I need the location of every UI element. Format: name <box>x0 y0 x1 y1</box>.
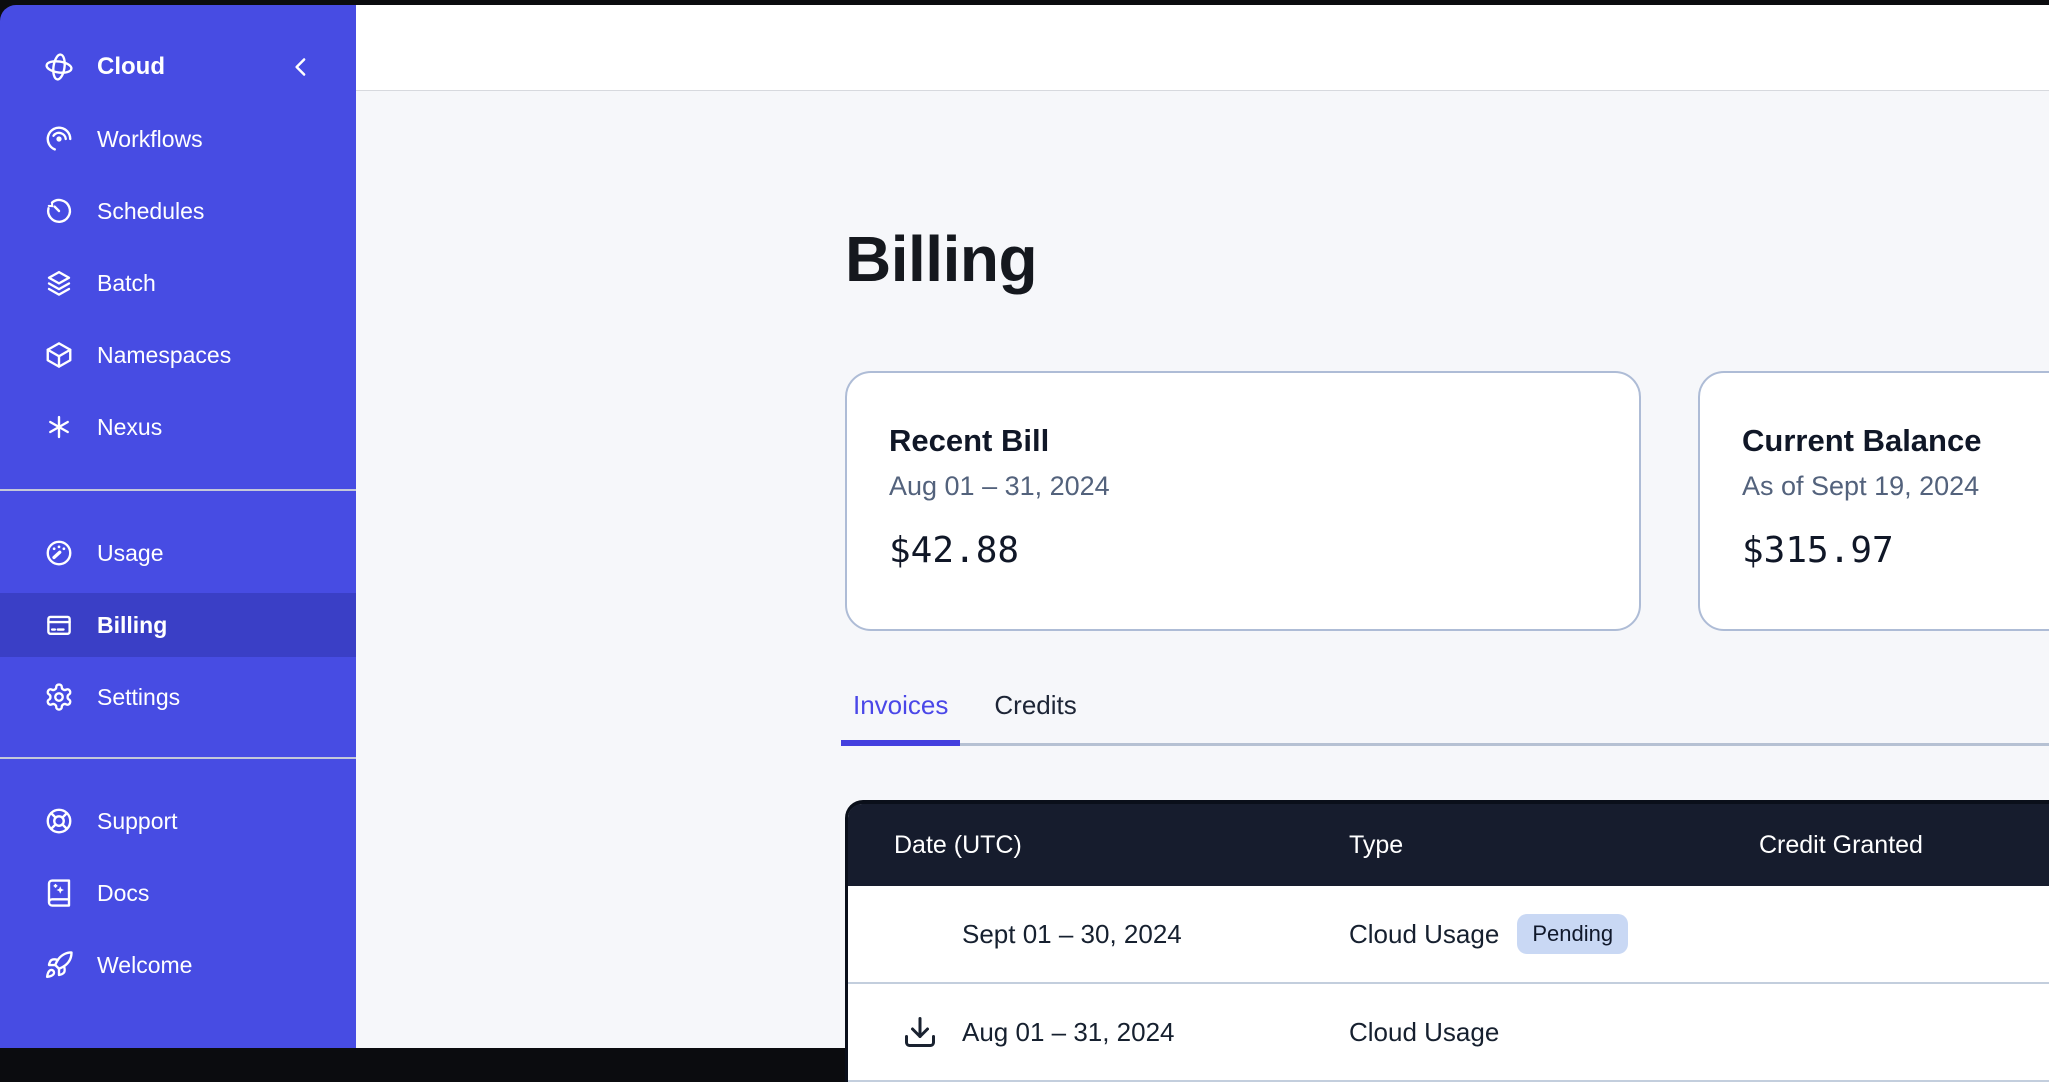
main-area: Billing Recent Bill Aug 01 – 31, 2024 $4… <box>356 5 2049 1048</box>
nexus-icon <box>44 412 74 442</box>
sidebar-item-label: Batch <box>97 270 156 297</box>
invoice-type-cell: Cloud Usage Pending <box>1303 914 1713 954</box>
sidebar-item-nexus[interactable]: Nexus <box>0 395 356 459</box>
sidebar-item-label: Support <box>97 808 178 835</box>
welcome-rocket-icon <box>44 950 74 980</box>
tab-invoices[interactable]: Invoices <box>845 690 956 743</box>
batch-icon <box>44 268 74 298</box>
app-window: Cloud Workflows <box>0 5 2049 1048</box>
sidebar-item-namespaces[interactable]: Namespaces <box>0 323 356 387</box>
column-header-type: Type <box>1303 831 1713 860</box>
summary-cards: Recent Bill Aug 01 – 31, 2024 $42.88 Cur… <box>845 371 2049 631</box>
temporal-cloud-logo-icon <box>44 52 74 82</box>
sidebar-item-label: Usage <box>97 540 163 567</box>
docs-book-icon <box>44 878 74 908</box>
sidebar-item-label: Settings <box>97 684 180 711</box>
card-subtitle: As of Sept 19, 2024 <box>1742 471 2049 502</box>
sidebar-item-label: Welcome <box>97 952 192 979</box>
page-title: Billing <box>845 225 2049 293</box>
invoice-type-cell: Cloud Usage <box>1303 1017 1713 1048</box>
sidebar-header: Cloud <box>0 35 356 99</box>
invoice-date: Sept 01 – 30, 2024 <box>962 919 1182 950</box>
sidebar-item-support[interactable]: Support <box>0 789 356 853</box>
current-balance-amount: $315.97 <box>1742 530 2049 571</box>
sidebar-item-docs[interactable]: Docs <box>0 861 356 925</box>
card-subtitle: Aug 01 – 31, 2024 <box>889 471 1597 502</box>
invoice-date: Aug 01 – 31, 2024 <box>962 1017 1175 1048</box>
sidebar-item-label: Schedules <box>97 198 204 225</box>
billing-tabs: Invoices Credits <box>845 690 2049 746</box>
sidebar-item-batch[interactable]: Batch <box>0 251 356 315</box>
sidebar-item-billing[interactable]: Billing <box>0 593 356 657</box>
sidebar-item-usage[interactable]: Usage <box>0 521 356 585</box>
sidebar: Cloud Workflows <box>0 5 356 1048</box>
schedules-icon <box>44 196 74 226</box>
table-row: Aug 01 – 31, 2024 Cloud Usage <box>848 984 2049 1082</box>
invoices-table: Date (UTC) Type Credit Granted Sept 01 –… <box>845 800 2049 1082</box>
icon-spacer <box>902 916 938 952</box>
sidebar-item-label: Nexus <box>97 414 162 441</box>
table-row: Sept 01 – 30, 2024 Cloud Usage Pending <box>848 886 2049 984</box>
settings-gear-icon <box>44 682 74 712</box>
sidebar-item-settings[interactable]: Settings <box>0 665 356 729</box>
sidebar-item-welcome[interactable]: Welcome <box>0 933 356 997</box>
workflows-icon <box>44 124 74 154</box>
usage-icon <box>44 538 74 568</box>
sidebar-item-label: Billing <box>97 612 167 639</box>
sidebar-item-label: Docs <box>97 880 149 907</box>
column-header-credit-granted: Credit Granted <box>1713 831 2049 860</box>
card-title: Current Balance <box>1742 423 2049 459</box>
invoice-date-cell: Aug 01 – 31, 2024 <box>848 1014 1303 1050</box>
invoice-type: Cloud Usage <box>1349 919 1499 950</box>
card-title: Recent Bill <box>889 423 1597 459</box>
sidebar-title: Cloud <box>97 53 165 81</box>
sidebar-divider <box>0 757 356 759</box>
current-balance-card: Current Balance As of Sept 19, 2024 $315… <box>1698 371 2049 631</box>
recent-bill-card: Recent Bill Aug 01 – 31, 2024 $42.88 <box>845 371 1641 631</box>
download-invoice-button[interactable] <box>902 1014 938 1050</box>
sidebar-item-schedules[interactable]: Schedules <box>0 179 356 243</box>
collapse-sidebar-button[interactable] <box>286 52 316 82</box>
sidebar-item-workflows[interactable]: Workflows <box>0 107 356 171</box>
billing-icon <box>44 610 74 640</box>
sidebar-item-label: Workflows <box>97 126 203 153</box>
invoice-date-cell: Sept 01 – 30, 2024 <box>848 916 1303 952</box>
sidebar-item-label: Namespaces <box>97 342 231 369</box>
invoice-type: Cloud Usage <box>1349 1017 1499 1048</box>
billing-page: Billing Recent Bill Aug 01 – 31, 2024 $4… <box>356 91 2049 1082</box>
recent-bill-amount: $42.88 <box>889 530 1597 571</box>
namespaces-icon <box>44 340 74 370</box>
table-header: Date (UTC) Type Credit Granted <box>848 804 2049 886</box>
support-lifebuoy-icon <box>44 806 74 836</box>
sidebar-divider <box>0 489 356 491</box>
status-badge-pending: Pending <box>1517 914 1628 954</box>
tab-credits[interactable]: Credits <box>986 690 1084 743</box>
column-header-date: Date (UTC) <box>848 831 1303 860</box>
top-bar <box>356 5 2049 91</box>
